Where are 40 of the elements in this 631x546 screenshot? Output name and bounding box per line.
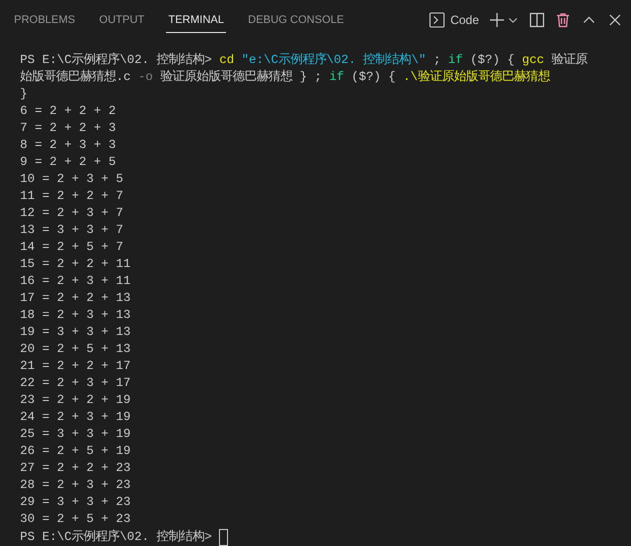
text-cursor: [219, 528, 228, 546]
output-line: 19 = 3 + 3 + 13: [20, 324, 132, 341]
output-line: 9 = 2 + 2 + 5: [20, 154, 117, 171]
output-line: 27 = 2 + 2 + 23: [20, 460, 132, 477]
command-line: 始版哥德巴赫猜想.c -o 验证原始版哥德巴赫猜想 } ; if ($?) { .\验证原始版哥德巴赫猜想: [20, 69, 551, 86]
split-icon[interactable]: [529, 12, 545, 28]
output-line: 16 = 2 + 3 + 11: [20, 273, 132, 290]
plus-icon[interactable]: [489, 12, 505, 28]
output-line: 24 = 2 + 3 + 19: [20, 409, 132, 426]
output-line: 29 = 3 + 3 + 23: [20, 494, 132, 511]
panel-tab[interactable]: PROBLEMS: [12, 8, 78, 32]
output-line: 22 = 2 + 3 + 17: [20, 375, 132, 392]
panel-tab[interactable]: OUTPUT: [97, 8, 146, 32]
output-line: 8 = 2 + 3 + 3: [20, 137, 117, 154]
output-line: 21 = 2 + 2 + 17: [20, 358, 132, 375]
output-line: 20 = 2 + 5 + 13: [20, 341, 132, 358]
output-line: 25 = 3 + 3 + 19: [20, 426, 132, 443]
panel-tab[interactable]: TERMINAL: [166, 8, 226, 32]
terminal-icon: [429, 12, 446, 28]
output-line: 7 = 2 + 2 + 3: [20, 120, 117, 137]
output-line: 15 = 2 + 2 + 11: [20, 256, 132, 273]
output-line: 23 = 2 + 2 + 19: [20, 392, 132, 409]
output-line: 28 = 2 + 3 + 23: [20, 477, 132, 494]
trash-icon[interactable]: [555, 12, 571, 28]
terminal-profile-button[interactable]: Code: [429, 12, 479, 28]
output-line: 10 = 2 + 3 + 5: [20, 171, 124, 188]
output-line: 6 = 2 + 2 + 2: [20, 103, 117, 120]
panel-tab[interactable]: DEBUG CONSOLE: [246, 8, 346, 32]
output-line: 30 = 2 + 5 + 23: [20, 511, 132, 528]
output-line: 12 = 2 + 3 + 7: [20, 205, 124, 222]
output-line: 13 = 3 + 3 + 7: [20, 222, 124, 239]
output-line: 17 = 2 + 2 + 13: [20, 290, 132, 307]
command-line: PS E:\C示例程序\02. 控制结构> cd "e:\C示例程序\02. 控制结构\" ; if ($?) { gcc 验证原: [20, 52, 588, 69]
output-line: 26 = 2 + 5 + 19: [20, 443, 132, 460]
prompt-text: PS E:\C示例程序\02. 控制结构>: [20, 528, 213, 546]
output-line: 14 = 2 + 5 + 7: [20, 239, 124, 256]
output-line: 11 = 2 + 2 + 7: [20, 188, 124, 205]
command-line: }: [20, 86, 28, 103]
output-line: 18 = 2 + 3 + 13: [20, 307, 132, 324]
close-icon[interactable]: [607, 12, 623, 28]
